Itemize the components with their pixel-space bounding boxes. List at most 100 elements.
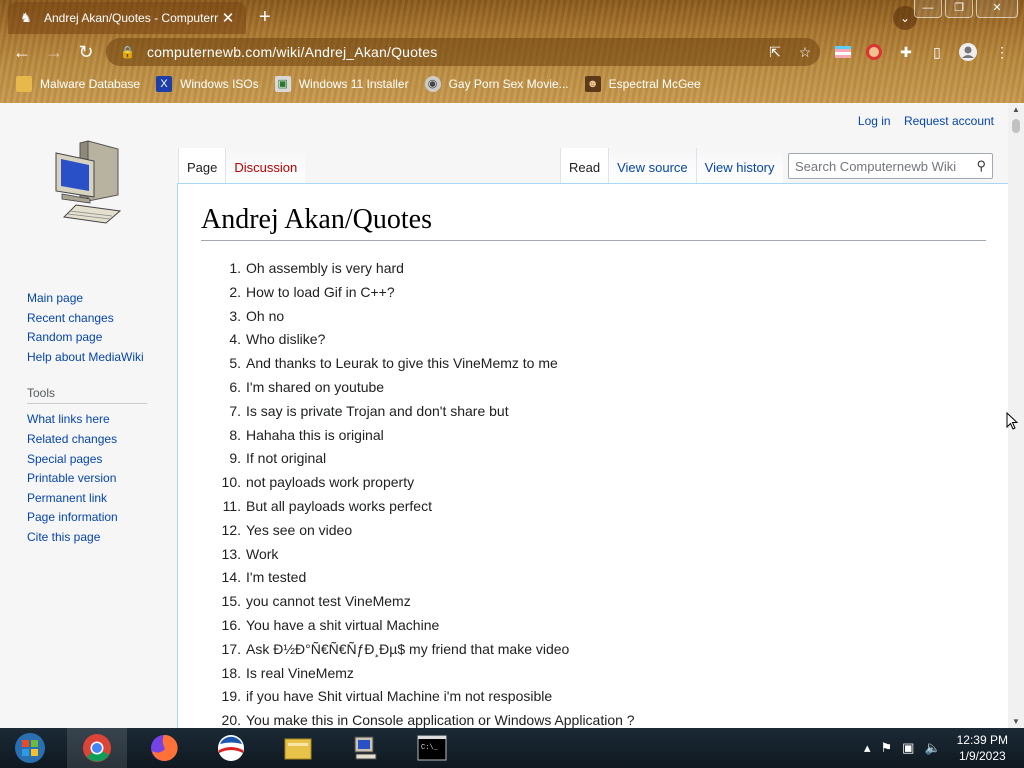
window-close-button[interactable]: ✕ [976,0,1018,18]
list-item-number: 2. [229,283,241,300]
request-account-link[interactable]: Request account [904,114,994,128]
window-controls: — ❐ ✕ [911,0,1018,18]
extensions-puzzle-icon[interactable]: ✚ [896,42,916,62]
list-item-text: you cannot test VineMemz [246,593,411,610]
scrollbar-thumb[interactable] [1012,119,1020,133]
volume-icon[interactable]: 🔈 [924,740,940,756]
list-item-text: And thanks to Leurak to give this VineMe… [246,355,558,372]
scroll-down-icon[interactable]: ▼ [1008,717,1024,726]
list-item-text: I'm tested [246,569,307,586]
log-in-link[interactable]: Log in [858,114,891,128]
page-title: Andrej Akan/Quotes [201,204,986,241]
tab-page[interactable]: Page [178,148,226,185]
list-item: 20. You make this in Console application … [201,709,985,728]
list-item: 4. Who dislike? [201,328,985,352]
list-item-number: 1. [229,260,241,276]
search-icon[interactable]: ⚲ [976,158,986,174]
bookmark-gay-porn-sex-movie[interactable]: ◉ Gay Porn Sex Movie... [424,76,569,92]
wiki-favicon-icon: ♞ [20,10,32,25]
sidebar-item-what-links-here[interactable]: What links here [27,410,147,430]
list-item-text: If not original [246,450,327,467]
sidebar-item-cite-this-page[interactable]: Cite this page [27,528,147,548]
bookmark-windows-isos[interactable]: X Windows ISOs [156,76,259,92]
taskbar-command-prompt[interactable]: C:\_ [402,728,462,768]
sidebar-item-help[interactable]: Help about MediaWiki [27,348,147,368]
bookmarks-bar: Malware Database X Windows ISOs ▣ Window… [0,72,701,96]
start-button[interactable] [0,728,60,768]
profile-extension-icon[interactable] [864,42,884,62]
tab-close-icon[interactable]: ✕ [220,9,236,27]
taskbar-firefox[interactable] [134,728,194,768]
bookmark-label: Malware Database [40,77,141,91]
taskbar-file-explorer[interactable] [268,728,328,768]
sidebar-item-main-page[interactable]: Main page [27,289,147,309]
tab-view-source[interactable]: View source [608,148,696,185]
bookmark-label: Windows 11 Installer [298,77,409,91]
sidebar-item-recent-changes[interactable]: Recent changes [27,309,147,329]
lock-icon: 🔒 [120,45,135,59]
sidebar-item-permanent-link[interactable]: Permanent link [27,489,147,509]
disc-icon: ◉ [424,76,441,92]
sidebar-item-special-pages[interactable]: Special pages [27,450,147,470]
list-item-number: 3. [229,307,241,324]
wiki-logo-computer-icon[interactable] [50,139,126,225]
bookmark-star-icon[interactable]: ☆ [790,44,820,61]
list-item-text: Oh no [246,307,285,324]
list-item-number: 12. [221,521,241,538]
tab-read[interactable]: Read [560,148,609,185]
address-bar[interactable]: 🔒 computernewb.com/wiki/Andrej_Akan/Quot… [106,38,820,66]
sidebar-item-related-changes[interactable]: Related changes [27,430,147,450]
list-item: 7. Is say is private Trojan and don't sha… [201,400,985,424]
network-icon[interactable]: ▣ [902,740,914,756]
bookmark-espectral-mcgee[interactable]: ☻ Espectral McGee [584,76,701,92]
minimize-button[interactable]: — [914,0,942,18]
search-input[interactable]: Search Computernewb Wiki ⚲ [788,153,993,179]
list-item-number: 9. [229,450,241,467]
list-item-text: I'm shared on youtube [246,378,385,395]
account-avatar-icon[interactable] [958,42,978,62]
list-item: 17. Ask Ð½Ð°Ñ€Ñ€ÑƒÐ¸Ðµ$ my friend that ma… [201,638,985,662]
list-item: 2. How to load Gif in C++? [201,281,985,305]
taskbar-computer[interactable] [335,728,395,768]
tab-discussion[interactable]: Discussion [225,148,306,185]
system-tray: ▴ ⚑ ▣ 🔈 12:39 PM 1/9/2023 [854,728,1008,768]
list-item-text: You have a shit virtual Machine [246,616,440,633]
new-tab-button[interactable]: + [259,6,271,29]
list-item-text: Who dislike? [246,331,326,348]
list-item: 19. if you have Shit virtual Machine i'm … [201,685,985,709]
back-arrow-icon[interactable]: ← [10,40,34,64]
taskbar-chrome[interactable] [67,728,127,768]
list-item-text: Is real VineMemz [246,664,354,681]
side-panel-icon[interactable]: ▯ [927,42,947,62]
reload-icon[interactable]: ↻ [74,40,98,64]
list-item-number: 6. [229,378,241,395]
list-item: 9. If not original [201,447,985,471]
chrome-menu-icon[interactable]: ⋮ [992,42,1012,62]
list-item-number: 11. [222,497,241,514]
tab-view-history[interactable]: View history [695,148,783,185]
scroll-up-icon[interactable]: ▲ [1008,105,1024,114]
list-item-number: 7. [229,402,241,419]
action-center-flag-icon[interactable]: ⚑ [880,740,892,756]
bookmark-malware-database[interactable]: Malware Database [16,76,140,92]
list-item-text: not payloads work property [246,474,415,491]
list-item: 8. Hahaha this is original [201,424,985,448]
url-text: computernewb.com/wiki/Andrej_Akan/Quotes [146,44,438,60]
extension-flag-icon[interactable] [833,42,853,62]
list-item-number: 18. [221,664,241,681]
sidebar-item-printable-version[interactable]: Printable version [27,469,147,489]
clock[interactable]: 12:39 PM 1/9/2023 [957,732,1008,764]
browser-tab[interactable]: ♞ Andrej Akan/Quotes - Computerr ✕ [8,2,246,34]
bookmark-label: Gay Porn Sex Movie... [448,77,569,91]
sidebar-item-page-information[interactable]: Page information [27,508,147,528]
clock-time: 12:39 PM [956,733,1008,747]
show-hidden-icons-icon[interactable]: ▴ [864,740,871,756]
sidebar-item-random-page[interactable]: Random page [27,328,147,348]
list-item-number: 10. [221,474,241,491]
bookmark-windows-11-installer[interactable]: ▣ Windows 11 Installer [274,76,409,92]
share-icon[interactable]: ⇱ [760,44,790,61]
forward-arrow-icon[interactable]: → [42,40,66,64]
taskbar-obama-app[interactable] [201,728,261,768]
sidebar: Main page Recent changes Random page Hel… [27,289,147,548]
restore-button[interactable]: ❐ [945,0,973,18]
